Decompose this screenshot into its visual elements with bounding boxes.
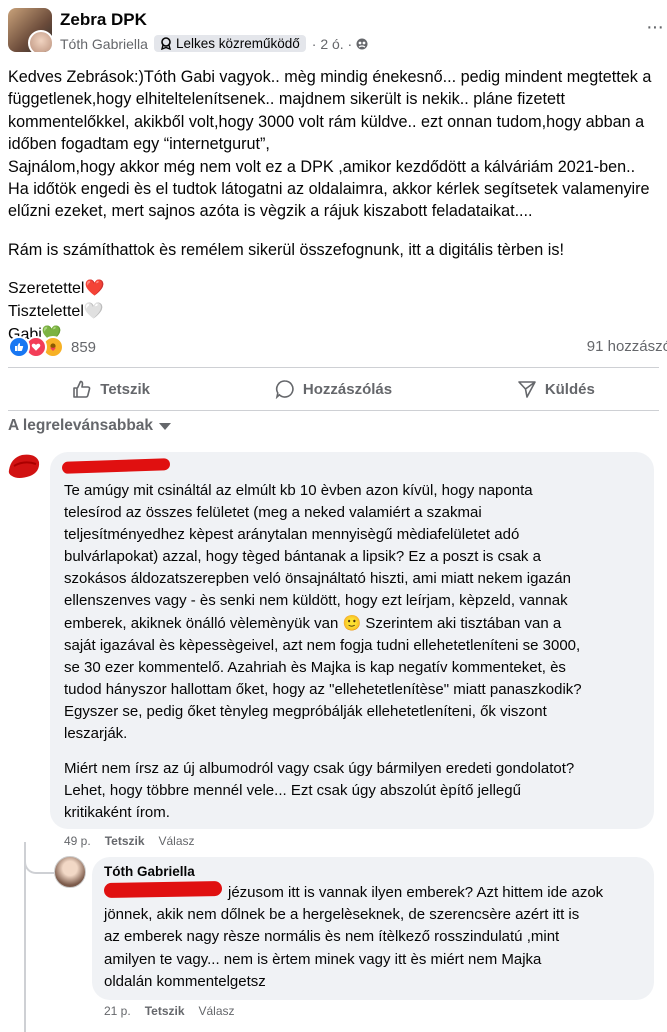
group-name[interactable]: Zebra DPK <box>60 10 147 30</box>
post-line: kommentelőkkel, akikből volt,hogy 3000 v… <box>8 112 645 131</box>
like-reaction-icon <box>8 336 30 358</box>
redacted-avatar-scribble <box>8 454 40 478</box>
comment-line: ellenszenves vagy - ès senki nem küldött… <box>64 592 568 610</box>
thread-connector <box>24 850 54 874</box>
post-line: Kedves Zebrások:)Tóth Gabi vagyok.. mèg … <box>8 68 652 86</box>
badge-label: Lelkes közreműködő <box>175 36 300 51</box>
comment-line: teljesítményedhez kèpest aránytalan menn… <box>64 526 520 544</box>
comment-line: Miért nem írsz az új albumodról vagy csa… <box>64 760 575 778</box>
red-heart-icon: ❤️ <box>84 280 105 298</box>
commenter-avatar[interactable] <box>6 450 42 486</box>
signature-line: Gabi💚 <box>8 326 62 344</box>
send-button[interactable]: Küldés <box>445 372 667 406</box>
reaction-count: 859 <box>71 338 97 356</box>
reply-meta: 21 p. Tetszik Válasz <box>104 1004 249 1018</box>
reply-like-link[interactable]: Tetszik <box>145 1004 185 1018</box>
comment-line: saját igazával ès kèpessègeivel, azt nem… <box>64 636 581 654</box>
like-label: Tetszik <box>100 380 151 398</box>
post-text: Kedves Zebrások:)Tóth Gabi vagyok.. mèg … <box>8 66 667 346</box>
comment-line: Te amúgy mit csináltál az elmúlt kb 10 è… <box>64 482 533 499</box>
reply-author-name[interactable]: Tóth Gabriella <box>104 864 195 879</box>
post-time[interactable]: · 2 ó. · <box>312 36 352 52</box>
post-meta: Tóth Gabriella Lelkes közreműködő · 2 ó.… <box>60 35 368 52</box>
medal-icon <box>160 37 171 50</box>
reply-line: az emberek nagy rèsze normális ès nem ít… <box>104 928 560 946</box>
comment-line: Egyszer se, pedig őket tènyleg megpróbál… <box>64 702 547 720</box>
reaction-summary[interactable]: 859 <box>8 336 96 358</box>
reply-line: oldalán kommentelgetsz <box>104 972 266 990</box>
comment-line: leszarják. <box>64 725 128 743</box>
divider <box>8 367 659 368</box>
like-button[interactable]: Tetszik <box>0 372 222 406</box>
reply-line: jönnek, akik nem dőlnek be a hergelèsekn… <box>104 906 580 924</box>
comment-text: Te amúgy mit csináltál az elmúlt kb 10 è… <box>64 480 660 824</box>
post-line: Rám is számíthattok ès remélem sikerül ö… <box>8 240 564 259</box>
signature-line: Tisztelettel🤍 <box>8 303 104 321</box>
redacted-mention <box>103 880 223 899</box>
thread-line <box>24 842 26 1032</box>
post-line: Ha időtök engedi ès el tudtok látogatni … <box>8 180 650 199</box>
reply-author-avatar[interactable] <box>54 856 86 888</box>
send-icon <box>518 381 536 398</box>
white-heart-icon: 🤍 <box>83 303 104 321</box>
divider <box>8 410 659 411</box>
reply-text: jézusom itt is vannak ilyen emberek? Azt… <box>104 882 652 993</box>
comment-line: Lehet, hogy többre mennél vele... Ezt cs… <box>64 782 521 800</box>
sort-label: A legrelevánsabbak <box>8 417 154 434</box>
thumbs-up-icon <box>73 380 91 398</box>
comment-line: tudod hányszor hallottam őket, hogy az "… <box>64 680 582 698</box>
post-header: Zebra DPK Tóth Gabriella Lelkes közreműk… <box>0 0 667 64</box>
author-avatar[interactable] <box>28 30 52 52</box>
group-privacy-icon <box>356 38 368 49</box>
comment-line: szokásos áldozatszerepben veló önsajnált… <box>64 570 571 588</box>
comment-time[interactable]: 49 p. <box>64 834 91 848</box>
signature-line: Szeretettel❤️ <box>8 280 105 298</box>
reply-reply-link[interactable]: Válasz <box>199 1004 235 1018</box>
comment-sort-dropdown[interactable]: A legrelevánsabbak <box>8 417 172 435</box>
comment-line: emberek, akiknek önálló vèlemènyük van 🙂… <box>64 614 562 632</box>
post-line: Sajnálom,hogy akkor még nem volt ez a DP… <box>8 157 636 176</box>
group-avatar[interactable] <box>8 8 52 52</box>
action-bar: Tetszik Hozzászólás Küldés <box>0 372 667 406</box>
comment-line: kritikaként írom. <box>64 804 170 822</box>
comment-meta: 49 p. Tetszik Válasz <box>64 834 209 848</box>
comment-icon <box>275 380 294 399</box>
comment-line: telesírod az összes felületet (meg a nek… <box>64 504 482 522</box>
reply-time[interactable]: 21 p. <box>104 1004 131 1018</box>
post-line: időben fogadtam egy “internetgurut”, <box>8 135 270 154</box>
reply-line: amilyen te vagy... nem is èrtem minek va… <box>104 950 542 968</box>
comment-line: bulvárlapokat) azzal, hogy tèged bántana… <box>64 548 541 566</box>
comment-label: Hozzászólás <box>302 380 393 398</box>
comment-count[interactable]: 91 hozzászó <box>587 338 667 355</box>
post-line: elűzni ezeket, mert sajnos azóta is vègz… <box>8 202 533 221</box>
contributor-badge[interactable]: Lelkes közreműködő <box>153 35 306 52</box>
send-label: Küldés <box>544 380 595 398</box>
comment-like-link[interactable]: Tetszik <box>105 834 145 848</box>
comment-reply-link[interactable]: Válasz <box>159 834 195 848</box>
author-name[interactable]: Tóth Gabriella <box>60 36 148 52</box>
caret-down-icon <box>159 422 172 430</box>
comment-button[interactable]: Hozzászólás <box>222 372 444 406</box>
post-line: függetlenek,hogy elhiteltelenítsenek.. m… <box>8 90 565 109</box>
comment-line: se 30 ezer kommentelő. Azahriah ès Majka… <box>64 658 566 676</box>
more-options-icon[interactable]: ··· <box>646 16 664 39</box>
